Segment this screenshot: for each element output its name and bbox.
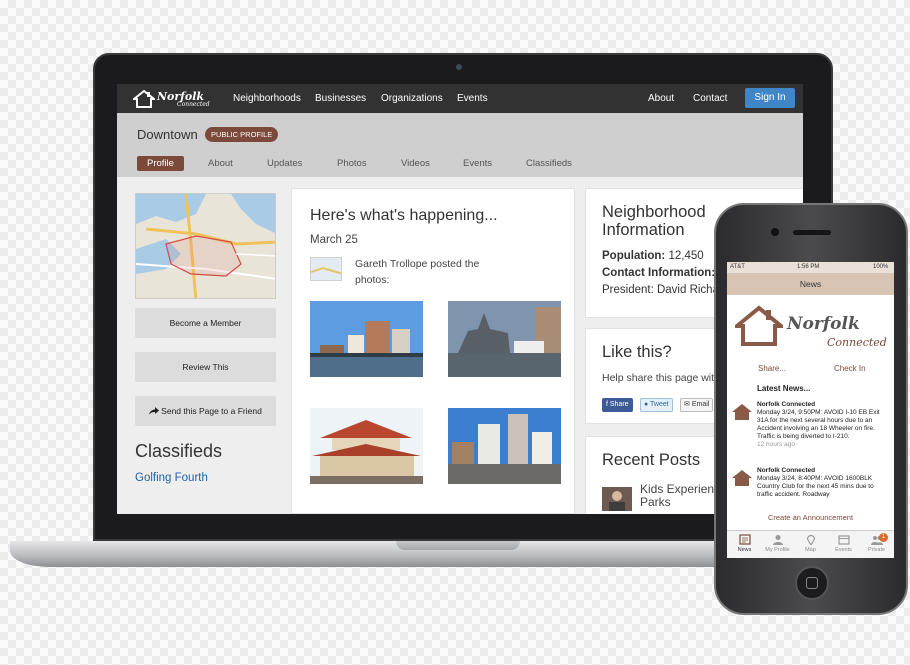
email-button[interactable]: ✉ Email bbox=[680, 398, 714, 412]
feed-heading: Here's what's happening... bbox=[310, 207, 498, 224]
send-to-friend-button[interactable]: Send this Page to a Friend bbox=[135, 396, 276, 426]
phone-screen: AT&T 1:56 PM 100% News Norfolk Connected… bbox=[727, 262, 894, 558]
nav-contact[interactable]: Contact bbox=[693, 93, 727, 104]
home-square-icon bbox=[806, 577, 818, 589]
page-header: Downtown PUBLIC PROFILE Profile About Up… bbox=[117, 113, 803, 177]
person-icon bbox=[772, 535, 783, 545]
neighborhood-map[interactable] bbox=[135, 193, 276, 299]
tab-events[interactable]: Events bbox=[827, 534, 860, 553]
battery-text: 100% bbox=[873, 264, 889, 270]
laptop-screen: Norfolk Connected Neighborhoods Business… bbox=[117, 84, 803, 514]
map-pin-icon bbox=[806, 534, 815, 545]
phone-speaker bbox=[793, 230, 831, 235]
poster-thumbnail[interactable] bbox=[310, 257, 342, 281]
review-this-button[interactable]: Review This bbox=[135, 352, 276, 382]
nav-organizations[interactable]: Organizations bbox=[381, 93, 443, 104]
time-text: 1:56 PM bbox=[797, 264, 820, 270]
activity-feed: Here's what's happening... March 25 Gare… bbox=[291, 188, 575, 514]
nav-about[interactable]: About bbox=[648, 93, 674, 104]
send-to-friend-label: Send this Page to a Friend bbox=[161, 406, 262, 416]
check-in-link[interactable]: Check In bbox=[834, 364, 866, 373]
house-icon bbox=[732, 470, 752, 486]
tab-updates[interactable]: Updates bbox=[267, 158, 302, 169]
become-member-button[interactable]: Become a Member bbox=[135, 308, 276, 338]
contact-info-label: Contact Information: bbox=[602, 267, 716, 279]
latest-news-heading: Latest News... bbox=[757, 384, 811, 393]
brand-sub: Connected bbox=[177, 100, 210, 108]
page-title: Downtown bbox=[137, 127, 198, 142]
photo-thumbnail[interactable] bbox=[310, 408, 423, 484]
tab-photos[interactable]: Photos bbox=[337, 158, 367, 169]
nav-events[interactable]: Events bbox=[457, 93, 488, 104]
nav-businesses[interactable]: Businesses bbox=[315, 93, 366, 104]
recent-post-link[interactable]: Kids Experienc Parks bbox=[640, 483, 720, 509]
like-heading: Like this? bbox=[602, 343, 672, 361]
photo-thumbnail[interactable] bbox=[310, 301, 423, 377]
population-value: 12,450 bbox=[668, 250, 704, 262]
sign-in-button[interactable]: Sign In bbox=[745, 88, 795, 108]
classifieds-heading: Classifieds bbox=[135, 441, 223, 461]
create-announcement-link[interactable]: Create an Announcement bbox=[727, 513, 894, 522]
laptop-camera bbox=[456, 64, 462, 70]
population-label: Population: bbox=[602, 250, 666, 262]
post-text: Gareth Trollope posted the photos: bbox=[355, 258, 480, 286]
tab-about[interactable]: About bbox=[208, 158, 233, 169]
tab-news[interactable]: News bbox=[728, 534, 761, 553]
tab-my-profile[interactable]: My Profile bbox=[761, 534, 794, 553]
tab-events[interactable]: Events bbox=[463, 158, 492, 169]
phone-brand-sub: Connected bbox=[827, 336, 887, 349]
status-bar: AT&T 1:56 PM 100% bbox=[727, 262, 894, 273]
brand-name: Norfolk bbox=[157, 89, 205, 103]
info-heading-line1: Neighborhood bbox=[602, 203, 706, 221]
house-icon bbox=[133, 89, 155, 108]
top-navigation: Norfolk Connected Neighborhoods Business… bbox=[117, 84, 803, 113]
like-subtext: Help share this page wit bbox=[602, 372, 715, 384]
recent-post-thumbnail[interactable] bbox=[602, 487, 632, 511]
private-count-badge: 1 bbox=[879, 533, 888, 542]
news-item[interactable]: Norfolk Connected Monday 3/24, 9:50PM: A… bbox=[757, 401, 891, 449]
classified-link[interactable]: Golfing Fourth bbox=[135, 472, 208, 484]
laptop-notch bbox=[396, 541, 520, 550]
feed-date: March 25 bbox=[310, 234, 358, 246]
phone-tab-bar: News My Profile Map Events Private 1 bbox=[727, 530, 894, 558]
news-item[interactable]: Norfolk Connected Monday 3/24, 8:40PM: A… bbox=[757, 467, 891, 509]
phone-header: News bbox=[727, 273, 894, 295]
site-logo[interactable]: Norfolk Connected bbox=[133, 88, 210, 110]
president-text: President: David Richa bbox=[602, 284, 719, 296]
tweet-button[interactable]: ● Tweet bbox=[640, 398, 673, 412]
tab-videos[interactable]: Videos bbox=[401, 158, 430, 169]
photo-thumbnail[interactable] bbox=[448, 408, 561, 484]
calendar-icon bbox=[837, 535, 850, 545]
recent-posts-heading: Recent Posts bbox=[602, 451, 701, 469]
tab-classifieds[interactable]: Classifieds bbox=[526, 158, 572, 169]
house-logo-icon bbox=[735, 305, 783, 346]
share-arrow-icon bbox=[149, 407, 160, 415]
info-heading-line2: Information bbox=[602, 221, 685, 239]
public-profile-badge: PUBLIC PROFILE bbox=[205, 127, 279, 142]
phone-brand-name: Norfolk bbox=[787, 314, 860, 334]
nav-neighborhoods[interactable]: Neighborhoods bbox=[233, 93, 301, 104]
tab-map[interactable]: Map bbox=[794, 534, 827, 553]
photo-thumbnail[interactable] bbox=[448, 301, 561, 377]
phone-camera bbox=[771, 228, 779, 236]
tab-profile[interactable]: Profile bbox=[137, 156, 184, 171]
share-link[interactable]: Share... bbox=[758, 364, 786, 373]
facebook-share-button[interactable]: f Share bbox=[602, 398, 633, 412]
tab-private[interactable]: Private bbox=[860, 534, 893, 553]
newspaper-icon bbox=[738, 534, 751, 545]
house-icon bbox=[732, 404, 752, 420]
carrier-text: AT&T bbox=[730, 264, 745, 270]
